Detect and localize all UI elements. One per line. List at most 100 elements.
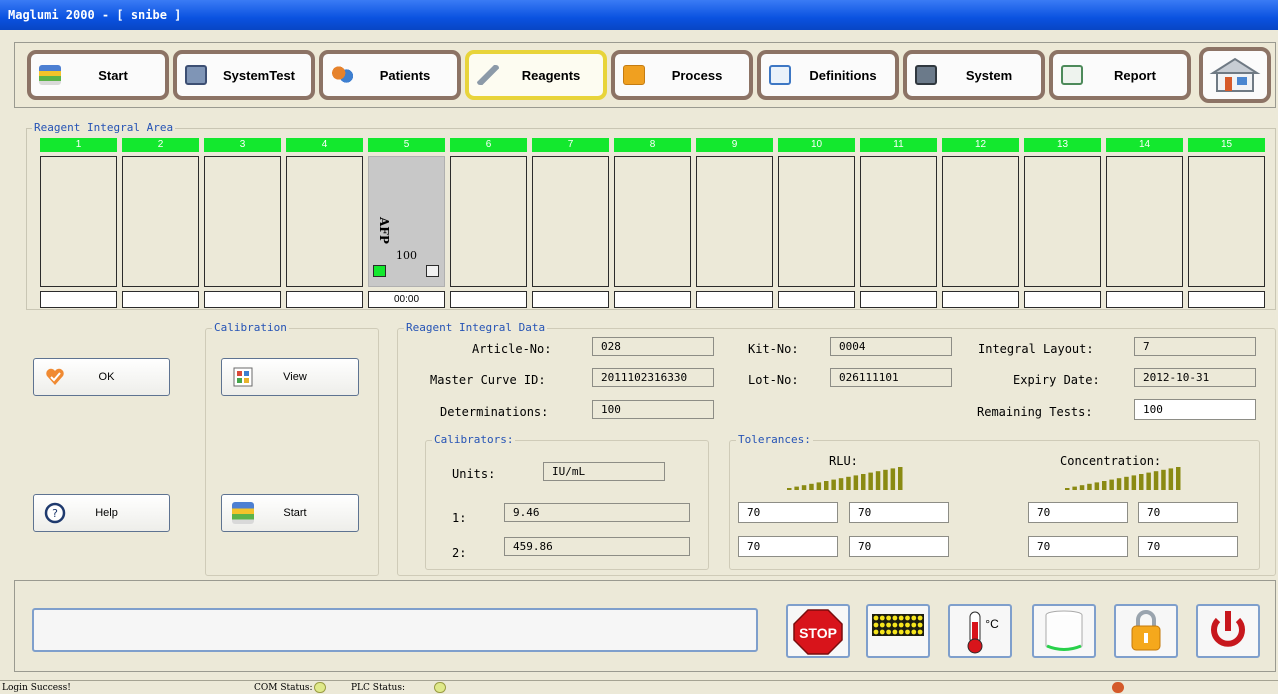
start-icon (39, 65, 61, 85)
signal-bar (816, 482, 822, 490)
signal-bar (831, 479, 836, 490)
calibration-view-button[interactable]: View (221, 358, 359, 396)
signal-bar (861, 474, 866, 490)
signal-bar (846, 476, 851, 490)
ok-button[interactable]: OK (33, 358, 170, 396)
signal-bar (801, 485, 807, 490)
lock-button[interactable] (1114, 604, 1178, 658)
plate-well (892, 622, 898, 628)
nav-systemtest-button[interactable]: SystemTest (173, 50, 315, 100)
signal-bar (1146, 472, 1151, 490)
rlu-tolerance-1b[interactable]: 70 (849, 502, 949, 523)
calibration-legend: Calibration (212, 321, 289, 334)
plate-well (892, 629, 898, 635)
plate-button[interactable] (866, 604, 930, 658)
slot-number-8: 8 (614, 138, 691, 152)
reagent-slot-15[interactable] (1188, 156, 1265, 287)
signal-bar (1139, 474, 1144, 490)
slot-number-4: 4 (286, 138, 363, 152)
alarm-indicator (1112, 682, 1124, 693)
plate-well (879, 615, 885, 621)
slot-number-14: 14 (1106, 138, 1183, 152)
nav-definitions-button[interactable]: Definitions (757, 50, 899, 100)
reagent-slot-8[interactable] (614, 156, 691, 287)
reagent-slot-12[interactable] (942, 156, 1019, 287)
lock-icon (1131, 610, 1161, 651)
signal-bar (1168, 468, 1174, 490)
rlu-tolerance-1a[interactable]: 70 (738, 502, 838, 523)
nav-system-button[interactable]: System (903, 50, 1045, 100)
slot-timer-2 (122, 291, 199, 308)
master-curve-field: 2011102316330 (592, 368, 714, 387)
slot-number-1: 1 (40, 138, 117, 152)
main-toolbar: Start SystemTest Patients Reagents Proce… (14, 42, 1276, 108)
integral-layout-label: Integral Layout: (978, 342, 1094, 356)
stop-button[interactable]: STOP (786, 604, 850, 658)
calibrator-2-field: 459.86 (504, 537, 690, 556)
reagent-slot-9[interactable] (696, 156, 773, 287)
nav-report-button[interactable]: Report (1049, 50, 1191, 100)
concentration-signal-icon (1065, 467, 1181, 490)
calibration-start-button[interactable]: Start (221, 494, 359, 532)
reagent-slot-3[interactable] (204, 156, 281, 287)
conc-tolerance-2b[interactable]: 70 (1138, 536, 1238, 557)
plate-well (911, 615, 917, 621)
signal-bar (824, 481, 829, 490)
container-button[interactable] (1032, 604, 1096, 658)
plate-well (905, 629, 910, 635)
plate-well (911, 622, 917, 628)
remaining-tests-label: Remaining Tests: (977, 405, 1093, 419)
view-grid-icon (233, 367, 253, 387)
signal-bar (1124, 476, 1129, 490)
reagent-slot-11[interactable] (860, 156, 937, 287)
determinations-field: 100 (592, 400, 714, 419)
slot-timer-1 (40, 291, 117, 308)
signal-bar (787, 488, 792, 490)
slot-timer-8 (614, 291, 691, 308)
conc-tolerance-2a[interactable]: 70 (1028, 536, 1128, 557)
reagent-slot-7[interactable] (532, 156, 609, 287)
rlu-tolerance-2b[interactable]: 70 (849, 536, 949, 557)
plate-well (879, 622, 885, 628)
reagent-slot-2[interactable] (122, 156, 199, 287)
reagent-slot-1[interactable] (40, 156, 117, 287)
slot-timer-14 (1106, 291, 1183, 308)
conc-tolerance-1b[interactable]: 70 (1138, 502, 1238, 523)
reagent-slot-10[interactable] (778, 156, 855, 287)
nav-reagents-button[interactable]: Reagents (465, 50, 607, 100)
nav-process-button[interactable]: Process (611, 50, 753, 100)
signal-bar (853, 475, 859, 490)
nav-patients-button[interactable]: Patients (319, 50, 461, 100)
temperature-button[interactable]: °C (948, 604, 1012, 658)
power-button[interactable] (1196, 604, 1260, 658)
slot-timer-15 (1188, 291, 1265, 308)
heart-check-icon (46, 368, 64, 385)
reagent-slot-14[interactable] (1106, 156, 1183, 287)
reagent-slot-4[interactable] (286, 156, 363, 287)
plate-body (872, 614, 924, 636)
stop-icon: STOP (793, 609, 843, 655)
plc-status-indicator (434, 682, 446, 693)
signal-bar (875, 471, 881, 490)
remaining-tests-field[interactable]: 100 (1134, 399, 1256, 420)
signal-bar (1087, 483, 1092, 490)
home-button[interactable] (1199, 47, 1271, 103)
rlu-signal-icon (787, 467, 903, 490)
help-button[interactable]: ? Help (33, 494, 170, 532)
temperature-unit: °C (985, 617, 999, 631)
reagent-slot-13[interactable] (1024, 156, 1101, 287)
conc-tolerance-1a[interactable]: 70 (1028, 502, 1128, 523)
nav-start-button[interactable]: Start (27, 50, 169, 100)
slot-timer-4 (286, 291, 363, 308)
calibrators-legend: Calibrators: (432, 433, 516, 446)
plate-well (886, 615, 891, 621)
system-icon (915, 65, 937, 85)
reagent-slot-6[interactable] (450, 156, 527, 287)
slot-timer-3 (204, 291, 281, 308)
lot-no-field: 026111101 (830, 368, 952, 387)
rlu-tolerance-2a[interactable]: 70 (738, 536, 838, 557)
reagent-slot-5[interactable]: AFP 100 (368, 156, 445, 287)
slot-number-9: 9 (696, 138, 773, 152)
help-icon: ? (44, 502, 66, 524)
kit-no-label: Kit-No: (748, 342, 799, 356)
